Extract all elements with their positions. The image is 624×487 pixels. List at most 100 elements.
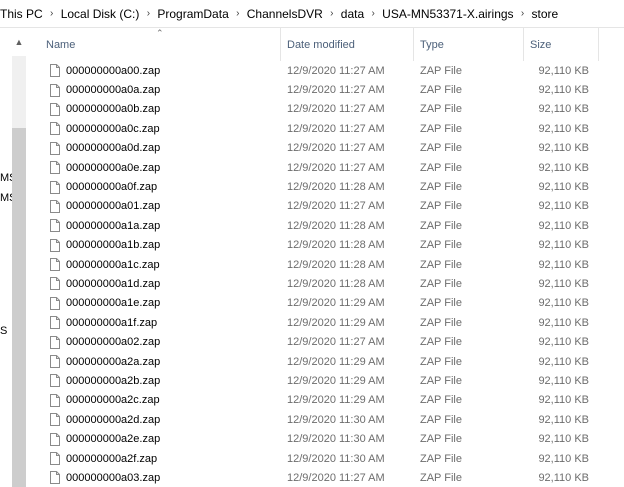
file-row[interactable]: 000000000a1b.zap 12/9/2020 11:28 AM ZAP Fi… [40,236,624,255]
file-name-cell[interactable]: 000000000a2b.zap [40,374,281,388]
breadcrumb-channelsdvr[interactable]: ChannelsDVR [245,7,325,21]
file-date-modified: 12/9/2020 11:27 AM [287,200,385,213]
file-icon [50,219,60,233]
file-icon [50,413,60,427]
file-row[interactable]: 000000000a1e.zap 12/9/2020 11:29 AM ZAP Fi… [40,294,624,313]
file-type: ZAP File [420,433,462,446]
file-icon [50,277,60,291]
file-date-modified: 12/9/2020 11:29 AM [287,297,385,310]
breadcrumb-local-disk[interactable]: Local Disk (C:) [59,7,142,21]
chevron-right-icon[interactable]: › [141,8,155,19]
file-name-cell[interactable]: 000000000a0d.zap [40,141,281,155]
file-row[interactable]: 000000000a0f.zap 12/9/2020 11:28 AM ZAP Fi… [40,177,624,196]
column-headers: Name ⌃ Date modified Type Size [40,28,624,61]
file-name-cell[interactable]: 000000000a1d.zap [40,277,281,291]
file-size: 92,110 KB [538,219,589,232]
file-row[interactable]: 000000000a1d.zap 12/9/2020 11:28 AM ZAP Fi… [40,274,624,293]
file-icon [50,122,60,136]
file-row[interactable]: 000000000a1f.zap 12/9/2020 11:29 AM ZAP Fi… [40,313,624,332]
file-name-cell[interactable]: 000000000a0b.zap [40,102,281,116]
file-row[interactable]: 000000000a2b.zap 12/9/2020 11:29 AM ZAP Fi… [40,371,624,390]
file-size: 92,110 KB [538,181,589,194]
file-icon [50,161,60,175]
file-icon [50,296,60,310]
file-row[interactable]: 000000000a2e.zap 12/9/2020 11:30 AM ZAP Fi… [40,429,624,448]
file-list[interactable]: Name ⌃ Date modified Type Size 000000000… [40,28,624,487]
file-name-cell[interactable]: 000000000a1c.zap [40,258,281,272]
file-row[interactable]: 000000000a0a.zap 12/9/2020 11:27 AM ZAP Fi… [40,80,624,99]
address-bar-breadcrumb[interactable]: This PC › Local Disk (C:) › ProgramData … [0,0,624,28]
file-type: ZAP File [420,394,462,407]
file-size: 92,110 KB [538,239,589,252]
file-row[interactable]: 000000000a0b.zap 12/9/2020 11:27 AM ZAP Fi… [40,100,624,119]
file-name-cell[interactable]: 000000000a0f.zap [40,180,281,194]
file-row[interactable]: 000000000a0c.zap 12/9/2020 11:27 AM ZAP Fi… [40,119,624,138]
chevron-right-icon[interactable]: › [231,8,245,19]
file-size: 92,110 KB [538,413,589,426]
chevron-up-icon[interactable]: ▲ [13,36,25,48]
file-size: 92,110 KB [538,316,589,329]
file-date-modified: 12/9/2020 11:28 AM [287,258,385,271]
file-name-cell[interactable]: 000000000a02.zap [40,335,281,349]
file-date-modified: 12/9/2020 11:30 AM [287,433,385,446]
breadcrumb-store[interactable]: store [530,7,561,21]
file-size: 92,110 KB [538,161,589,174]
file-size: 92,110 KB [538,84,589,97]
chevron-right-icon[interactable]: › [516,8,530,19]
file-name-cell[interactable]: 000000000a2c.zap [40,393,281,407]
file-name-cell[interactable]: 000000000a1e.zap [40,296,281,310]
file-type: ZAP File [420,336,462,349]
file-row[interactable]: 000000000a2f.zap 12/9/2020 11:30 AM ZAP Fi… [40,449,624,468]
file-row[interactable]: 000000000a2a.zap 12/9/2020 11:29 AM ZAP Fi… [40,352,624,371]
chevron-right-icon[interactable]: › [366,8,380,19]
file-type: ZAP File [420,142,462,155]
file-row[interactable]: 000000000a0e.zap 12/9/2020 11:27 AM ZAP Fi… [40,158,624,177]
nav-item-fragment[interactable]: S [0,325,7,337]
file-size: 92,110 KB [538,433,589,446]
file-row[interactable]: 000000000a0d.zap 12/9/2020 11:27 AM ZAP Fi… [40,139,624,158]
file-row[interactable]: 000000000a1c.zap 12/9/2020 11:28 AM ZAP Fi… [40,255,624,274]
file-row[interactable]: 000000000a2c.zap 12/9/2020 11:29 AM ZAP Fi… [40,391,624,410]
file-row[interactable]: 000000000a02.zap 12/9/2020 11:27 AM ZAP Fi… [40,332,624,351]
file-type: ZAP File [420,355,462,368]
file-name: 000000000a0b.zap [66,103,161,116]
file-name-cell[interactable]: 000000000a03.zap [40,471,281,485]
file-name-cell[interactable]: 000000000a0a.zap [40,83,281,97]
column-header-date-modified[interactable]: Date modified [281,28,414,61]
breadcrumb-airings[interactable]: USA-MN53371-X.airings [380,7,515,21]
file-name-cell[interactable]: 000000000a0c.zap [40,122,281,136]
file-size: 92,110 KB [538,471,589,484]
file-row[interactable]: 000000000a1a.zap 12/9/2020 11:28 AM ZAP Fi… [40,216,624,235]
file-name-cell[interactable]: 000000000a01.zap [40,199,281,213]
file-row[interactable]: 000000000a01.zap 12/9/2020 11:27 AM ZAP Fi… [40,197,624,216]
file-name-cell[interactable]: 000000000a2a.zap [40,355,281,369]
breadcrumb-this-pc[interactable]: This PC [0,7,45,21]
chevron-right-icon[interactable]: › [325,8,339,19]
chevron-right-icon[interactable]: › [45,8,59,19]
file-name-cell[interactable]: 000000000a2e.zap [40,432,281,446]
file-name: 000000000a02.zap [66,336,161,349]
column-header-type[interactable]: Type [414,28,524,61]
file-date-modified: 12/9/2020 11:27 AM [287,103,385,116]
nav-scrollbar-thumb[interactable] [12,128,26,487]
file-icon [50,316,60,330]
file-date-modified: 12/9/2020 11:30 AM [287,452,385,465]
file-name-cell[interactable]: 000000000a1f.zap [40,316,281,330]
file-size: 92,110 KB [538,258,589,271]
column-header-size[interactable]: Size [524,28,599,61]
file-name-cell[interactable]: 000000000a0e.zap [40,161,281,175]
file-row[interactable]: 000000000a03.zap 12/9/2020 11:27 AM ZAP Fi… [40,468,624,487]
file-name-cell[interactable]: 000000000a00.zap [40,64,281,78]
file-row[interactable]: 000000000a2d.zap 12/9/2020 11:30 AM ZAP Fi… [40,410,624,429]
file-size: 92,110 KB [538,394,589,407]
breadcrumb-programdata[interactable]: ProgramData [155,7,230,21]
navigation-pane[interactable]: MS MS S ▲ [0,28,27,487]
breadcrumb-data[interactable]: data [339,7,366,21]
file-name-cell[interactable]: 000000000a2f.zap [40,452,281,465]
file-name-cell[interactable]: 000000000a2d.zap [40,413,281,427]
column-header-name[interactable]: Name ⌃ [40,28,281,61]
file-name-cell[interactable]: 000000000a1b.zap [40,238,281,252]
file-name: 000000000a00.zap [66,64,161,77]
file-name-cell[interactable]: 000000000a1a.zap [40,219,281,233]
file-row[interactable]: 000000000a00.zap 12/9/2020 11:27 AM ZAP Fi… [40,61,624,80]
